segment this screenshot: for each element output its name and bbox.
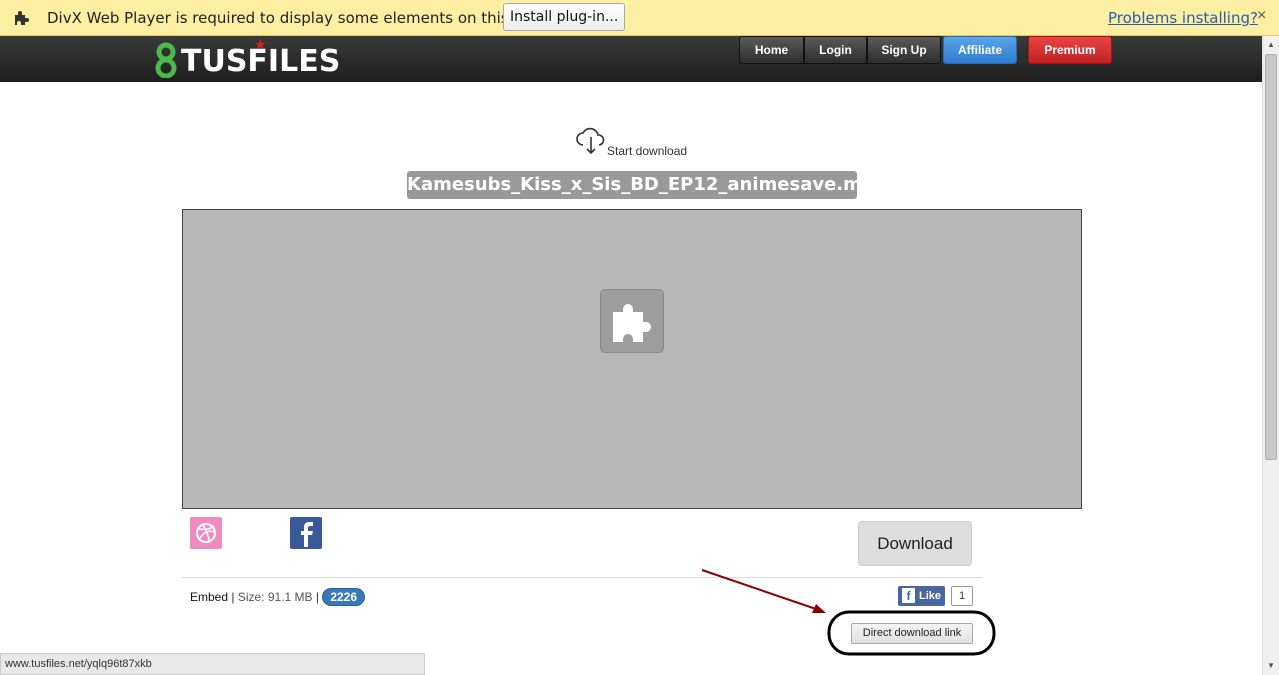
annotation-highlight	[827, 610, 996, 656]
scroll-up-icon[interactable]: ▲	[1267, 40, 1275, 49]
status-bar-url: www.tusfiles.net/yqlq96t87xkb	[0, 653, 425, 675]
vertical-scrollbar[interactable]: ▲ ▼	[1262, 36, 1279, 675]
annotation-arrow-head	[812, 604, 826, 613]
scroll-down-icon[interactable]: ▼	[1267, 661, 1275, 670]
annotation-overlay	[701, 569, 996, 656]
annotation-arrow	[701, 569, 817, 610]
scrollbar-thumb[interactable]	[1265, 54, 1277, 460]
